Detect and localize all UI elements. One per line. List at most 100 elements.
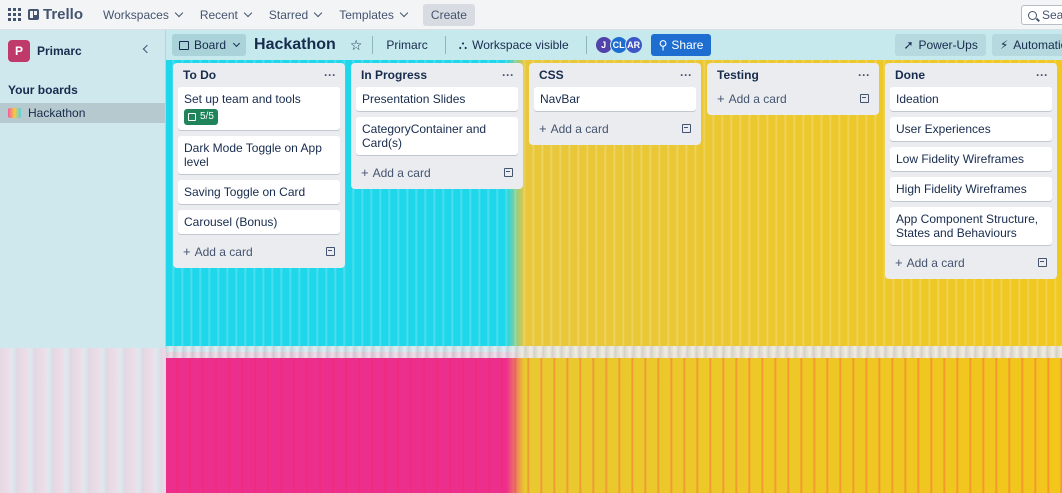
card-title: NavBar <box>540 92 581 106</box>
share-button[interactable]: ⚲ Share <box>650 34 712 56</box>
board-tools: ➚ Power-Ups ⚡ Automation <box>889 34 1062 56</box>
visibility-icon: ⛬ <box>458 37 468 52</box>
add-card-label: Add a card <box>372 165 431 180</box>
workspaces-menu[interactable]: Workspaces <box>97 4 188 26</box>
more-icon[interactable]: ··· <box>324 68 340 82</box>
list-title: To Do <box>183 68 217 82</box>
workspace-avatar[interactable]: P <box>8 40 30 62</box>
search-input[interactable]: Search <box>1021 5 1062 25</box>
list-header[interactable]: Testing ··· <box>712 63 874 87</box>
add-card-button[interactable]: + Add a card <box>712 87 874 109</box>
powerups-label: Power-Ups <box>918 38 978 52</box>
more-icon[interactable]: ··· <box>680 68 696 82</box>
app-switcher-icon[interactable] <box>8 7 22 22</box>
card-template-icon[interactable] <box>860 93 869 103</box>
card[interactable]: Dark Mode Toggle on App level <box>178 136 340 174</box>
board-header: Board Hackathon ☆ Primarc ⛬ Workspace vis… <box>166 30 1062 60</box>
top-navigation: Trello Workspaces Recent Starred Templat… <box>0 0 1062 30</box>
powerups-button[interactable]: ➚ Power-Ups <box>895 34 986 56</box>
divider <box>372 36 374 54</box>
card[interactable]: User Experiences <box>890 117 1052 141</box>
add-card-button[interactable]: + Add a card <box>178 240 340 262</box>
card-template-icon[interactable] <box>504 167 513 177</box>
plus-icon: + <box>717 90 725 106</box>
card-title: Set up team and tools <box>184 92 301 106</box>
more-icon[interactable]: ··· <box>502 68 518 82</box>
board-view-icon <box>179 40 189 50</box>
card[interactable]: High Fidelity Wireframes <box>890 177 1052 201</box>
list-title: Done <box>895 68 925 82</box>
member-avatar[interactable]: AR <box>624 36 643 54</box>
card[interactable]: CategoryContainer and Card(s) <box>356 117 518 155</box>
star-icon[interactable]: ☆ <box>350 37 363 54</box>
starred-menu[interactable]: Starred <box>263 4 327 26</box>
list-title: Testing <box>717 68 759 82</box>
card-title: Carousel (Bonus) <box>184 215 278 229</box>
board-view-switcher[interactable]: Board <box>172 34 247 56</box>
sidebar-glitch-background <box>0 348 166 493</box>
card[interactable]: Ideation <box>890 87 1052 111</box>
card[interactable]: Presentation Slides <box>356 87 518 111</box>
checklist-count: 5/5 <box>200 111 214 122</box>
visibility-button[interactable]: ⛬ Workspace visible <box>452 34 576 56</box>
chevron-down-icon <box>232 39 241 48</box>
add-card-button[interactable]: + Add a card <box>356 161 518 183</box>
automation-button[interactable]: ⚡ Automation <box>991 34 1062 56</box>
card[interactable]: Carousel (Bonus) <box>178 210 340 234</box>
checklist-icon <box>188 113 196 121</box>
add-card-label: Add a card <box>550 121 609 136</box>
card-template-icon[interactable] <box>682 123 691 133</box>
workspace-button[interactable]: Primarc <box>379 34 434 56</box>
sidebar-item-label: Hackathon <box>28 106 86 120</box>
more-icon[interactable]: ··· <box>1036 68 1052 82</box>
list-header[interactable]: CSS ··· <box>534 63 696 87</box>
list-in-progress: In Progress ··· Presentation Slides Categ… <box>351 63 523 189</box>
card-title: User Experiences <box>896 122 991 136</box>
trello-logo-icon <box>28 9 39 20</box>
sidebar-item-hackathon[interactable]: Hackathon <box>0 103 165 123</box>
card-template-icon[interactable] <box>326 246 335 256</box>
visibility-label: Workspace visible <box>472 38 569 52</box>
list-title: CSS <box>539 68 564 82</box>
card-template-icon[interactable] <box>1038 257 1047 267</box>
list-done: Done ··· Ideation User Experiences Low Fi… <box>885 63 1057 279</box>
list-to-do: To Do ··· Set up team and tools 5/5 Dark … <box>173 63 345 268</box>
chevron-down-icon <box>399 8 409 18</box>
card-title: App Component Structure, States and Beha… <box>896 212 1039 240</box>
logo-text: Trello <box>43 6 84 23</box>
card-title: CategoryContainer and Card(s) <box>362 122 487 150</box>
background-seam <box>166 346 1062 358</box>
divider <box>585 36 587 54</box>
list-title: In Progress <box>361 68 428 82</box>
add-card-button[interactable]: + Add a card <box>534 117 696 139</box>
list-header[interactable]: In Progress ··· <box>356 63 518 87</box>
card[interactable]: NavBar <box>534 87 696 111</box>
more-icon[interactable]: ··· <box>858 68 874 82</box>
card[interactable]: App Component Structure, States and Beha… <box>890 207 1052 245</box>
list-header[interactable]: To Do ··· <box>178 63 340 87</box>
background-bottom-stripes <box>166 352 1062 493</box>
templates-menu[interactable]: Templates <box>333 4 413 26</box>
chevron-down-icon <box>174 8 184 18</box>
card[interactable]: Set up team and tools 5/5 <box>178 87 340 130</box>
board-title[interactable]: Hackathon <box>254 36 336 54</box>
search-placeholder: Search <box>1041 8 1062 22</box>
workspaces-label: Workspaces <box>103 7 169 22</box>
plus-icon: + <box>183 243 191 259</box>
trello-logo[interactable]: Trello <box>28 6 83 23</box>
add-card-label: Add a card <box>906 255 965 270</box>
workspace-name[interactable]: Primarc <box>37 44 82 58</box>
add-card-button[interactable]: + Add a card <box>890 251 1052 273</box>
lightning-icon: ⚡ <box>999 38 1009 52</box>
recent-menu[interactable]: Recent <box>194 4 257 26</box>
list-header[interactable]: Done ··· <box>890 63 1052 87</box>
plus-icon: + <box>539 120 547 136</box>
card[interactable]: Low Fidelity Wireframes <box>890 147 1052 171</box>
card[interactable]: Saving Toggle on Card <box>178 180 340 204</box>
card-title: Saving Toggle on Card <box>184 185 306 199</box>
card-title: High Fidelity Wireframes <box>896 182 1027 196</box>
create-button[interactable]: Create <box>422 3 475 26</box>
recent-label: Recent <box>199 7 238 22</box>
share-label: Share <box>671 38 704 52</box>
board-thumbnail-icon <box>8 108 21 118</box>
